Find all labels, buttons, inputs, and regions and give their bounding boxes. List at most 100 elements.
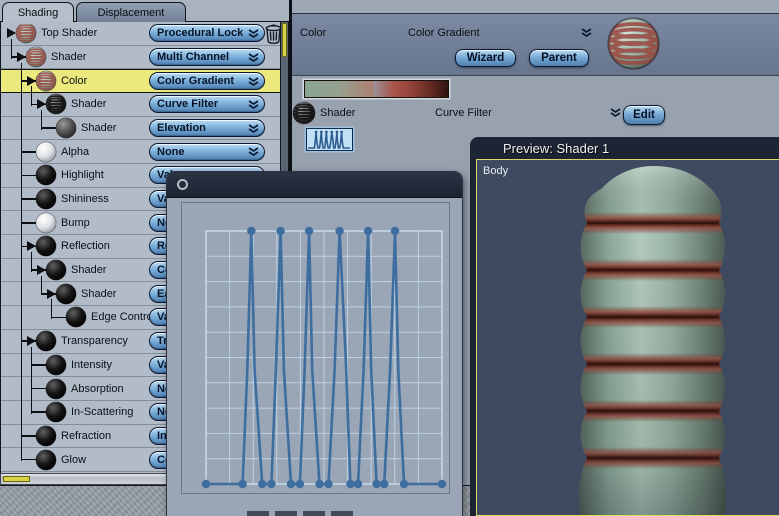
curve-editor-panel — [181, 202, 450, 494]
shader-type-dropdown[interactable]: Procedural Lock — [149, 24, 265, 43]
tree-row-alpha-5[interactable]: Alpha None — [1, 140, 289, 165]
curve-editor-titlebar[interactable] — [167, 172, 462, 198]
horizontal-scroll-thumb[interactable] — [3, 475, 30, 482]
chevron-double-down-icon[interactable] — [581, 28, 592, 38]
tree-row-label: Shader — [71, 98, 107, 111]
channel-label: Color — [300, 27, 327, 39]
tree-row-label: Shader — [81, 287, 117, 300]
tree-row-label: Glow — [61, 453, 87, 466]
color-gradient-bar[interactable] — [304, 80, 449, 98]
clipped-control — [275, 511, 297, 516]
tree-row-label: Refraction — [61, 429, 112, 442]
tree-trunk-line — [20, 62, 23, 462]
tree-row-label: Edge Control — [91, 311, 156, 324]
sphere-black-icon — [45, 378, 67, 400]
sphere-black-icon — [45, 354, 67, 376]
tree-row-color-2[interactable]: Color Color Gradient — [1, 69, 289, 94]
sphere-black-icon — [45, 401, 67, 423]
chevron-double-down-icon — [248, 147, 259, 157]
tree-row-label: In-Scattering — [71, 406, 134, 419]
tab-displacement[interactable]: Displacement — [76, 2, 186, 22]
tree-row-top-shader-0[interactable]: Top Shader Procedural Lock — [1, 22, 289, 46]
sphere-striped-color-icon — [15, 22, 37, 44]
tree-row-label: Alpha — [61, 145, 90, 158]
chevron-double-down-icon — [248, 29, 259, 38]
curve-row-label: Shader — [320, 107, 356, 119]
chevron-double-down-icon[interactable] — [610, 108, 621, 118]
tree-trunk-line — [50, 299, 53, 319]
curve-thumbnail[interactable] — [306, 128, 353, 151]
wizard-button[interactable]: Wizard — [455, 49, 516, 67]
preview-window: Preview: Shader 1 Body — [470, 137, 779, 516]
sphere-white-icon — [35, 212, 57, 234]
tree-row-shader-3[interactable]: Shader Curve Filter — [1, 93, 289, 117]
sphere-white-icon — [35, 141, 57, 163]
curve-editor-window — [166, 171, 463, 516]
shader-type-dropdown[interactable]: Color Gradient — [149, 72, 265, 91]
dropdown-value: None — [157, 145, 185, 158]
dropdown-value: Color Gradient — [157, 75, 235, 88]
preview-viewport[interactable]: Body — [476, 159, 779, 516]
preview-window-title: Preview: Shader 1 — [503, 141, 610, 156]
tree-row-label: Shader — [51, 51, 87, 63]
shader-type-dropdown[interactable]: Multi Channel — [149, 48, 265, 66]
tree-row-label: Absorption — [71, 382, 124, 395]
tree-trunk-line — [30, 86, 33, 106]
sphere-black-icon — [45, 259, 67, 281]
shader-editor-app: Displacement Shading Top Shader Procedur… — [0, 0, 779, 516]
dropdown-value: Multi Channel — [157, 51, 230, 63]
curve-shader-sphere-icon — [292, 101, 316, 125]
shader-type-dropdown[interactable]: Curve Filter — [149, 95, 265, 114]
sphere-striped-color-icon — [35, 70, 57, 92]
tree-row-label: Transparency — [61, 335, 128, 348]
color-property-panel: Color Color Gradient Wizard Parent — [291, 13, 779, 76]
tree-row-label: Bump — [61, 216, 90, 229]
tree-row-label: Highlight — [61, 169, 104, 182]
edit-button[interactable]: Edit — [623, 105, 665, 125]
curve-graph[interactable] — [201, 226, 447, 489]
tree-row-label: Shader — [81, 122, 117, 135]
parent-button[interactable]: Parent — [529, 49, 589, 67]
tree-row-shader-1[interactable]: Shader Multi Channel — [1, 46, 289, 70]
tree-trunk-line — [30, 252, 33, 272]
clipped-control — [331, 511, 353, 516]
chevron-double-down-icon — [248, 100, 259, 109]
tree-trunk-line — [30, 346, 33, 414]
shader-type-dropdown[interactable]: Elevation — [149, 119, 265, 138]
vertical-scroll-thumb[interactable] — [282, 23, 287, 57]
sphere-black-icon — [35, 164, 57, 186]
curve-type-label: Curve Filter — [435, 107, 492, 119]
chevron-double-down-icon — [248, 52, 259, 62]
tree-row-label: Reflection — [61, 240, 110, 253]
tree-trunk-line — [10, 39, 13, 59]
dropdown-value: Procedural Lock — [157, 27, 244, 40]
tree-row-label: Top Shader — [41, 27, 98, 40]
sphere-dark-icon — [55, 117, 77, 139]
sphere-black-icon — [35, 449, 57, 471]
right-top-strip — [291, 0, 779, 13]
close-icon[interactable] — [177, 179, 188, 190]
sphere-striped-dark-icon — [45, 93, 67, 115]
tree-row-label: Color — [61, 75, 88, 88]
shader-preview-sphere — [606, 16, 661, 71]
tree-row-label: Shininess — [61, 193, 109, 206]
sphere-black-icon — [65, 306, 87, 328]
sphere-black-icon — [35, 235, 57, 257]
sphere-black-icon — [35, 188, 57, 210]
sphere-black-icon — [35, 425, 57, 447]
dropdown-value: Elevation — [157, 122, 206, 135]
tab-shading[interactable]: Shading — [2, 2, 74, 24]
tree-trunk-line — [40, 110, 43, 130]
tree-row-label: Intensity — [71, 358, 112, 371]
clipped-control — [247, 511, 269, 516]
preview-3d-object — [561, 163, 745, 515]
preview-body-label: Body — [483, 165, 509, 177]
shader-type-dropdown[interactable]: None — [149, 142, 265, 161]
chevron-double-down-icon — [248, 76, 259, 86]
shader-type-label: Color Gradient — [408, 27, 480, 39]
sphere-black-icon — [35, 330, 57, 352]
sphere-black-icon — [55, 283, 77, 305]
tree-trunk-line — [40, 275, 43, 296]
dropdown-value: Curve Filter — [157, 98, 219, 111]
tree-row-shader-4[interactable]: Shader Elevation — [1, 117, 289, 141]
